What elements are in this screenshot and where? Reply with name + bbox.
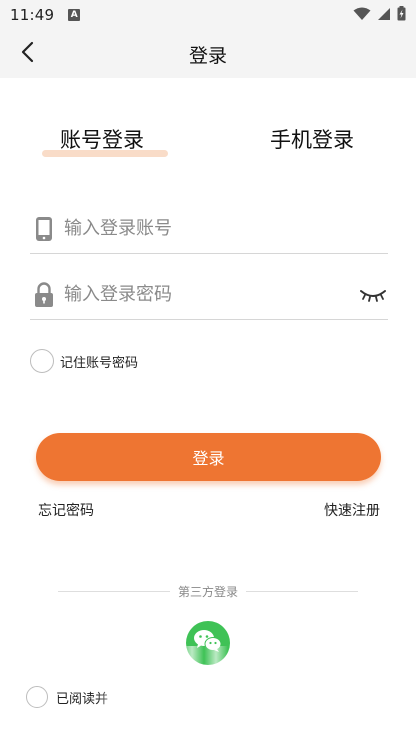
wifi-icon [353,6,371,25]
account-field-row [30,204,388,254]
lock-icon [32,281,56,308]
login-button[interactable]: 登录 [36,433,381,481]
agreement-checkbox[interactable] [26,686,48,708]
status-time: 11:49 [10,6,55,24]
divider-line-left [58,590,170,592]
remember-checkbox[interactable] [30,349,54,373]
tab-phone-login[interactable]: 手机登录 [270,124,354,154]
status-icons [353,5,406,25]
divider-line-right [246,590,359,592]
wechat-icon [193,628,223,658]
status-bar: 11:49 A [0,0,416,30]
agreement-row[interactable]: 已阅读并 [26,686,108,708]
login-screen: 11:49 A 登录 账号登录 手机登录 输入登录账号 记住账号密码 登录 忘记… [0,0,416,741]
agreement-label: 已阅读并 [56,691,109,707]
eye-closed-icon[interactable] [358,285,388,305]
signal-icon [377,6,391,25]
phone-icon [32,216,56,242]
third-party-label: 第三方登录 [178,584,239,599]
nav-bar: 登录 [0,30,416,78]
notification-badge: A [68,9,81,21]
battery-icon [397,5,406,25]
page-title: 登录 [188,44,227,67]
password-input[interactable] [64,284,358,305]
password-field-row [30,270,388,320]
remember-label: 记住账号密码 [60,355,139,371]
remember-checkbox-row[interactable]: 记住账号密码 [30,349,138,373]
account-input[interactable] [64,218,388,239]
forgot-password-link[interactable]: 忘记密码 [38,500,94,520]
third-party-divider: 第三方登录 [58,582,359,600]
active-tab-indicator [42,150,168,157]
quick-register-link[interactable]: 快速注册 [324,500,380,520]
back-button[interactable] [12,38,42,70]
chevron-left-icon [20,41,34,67]
wechat-login-button[interactable] [186,621,230,665]
